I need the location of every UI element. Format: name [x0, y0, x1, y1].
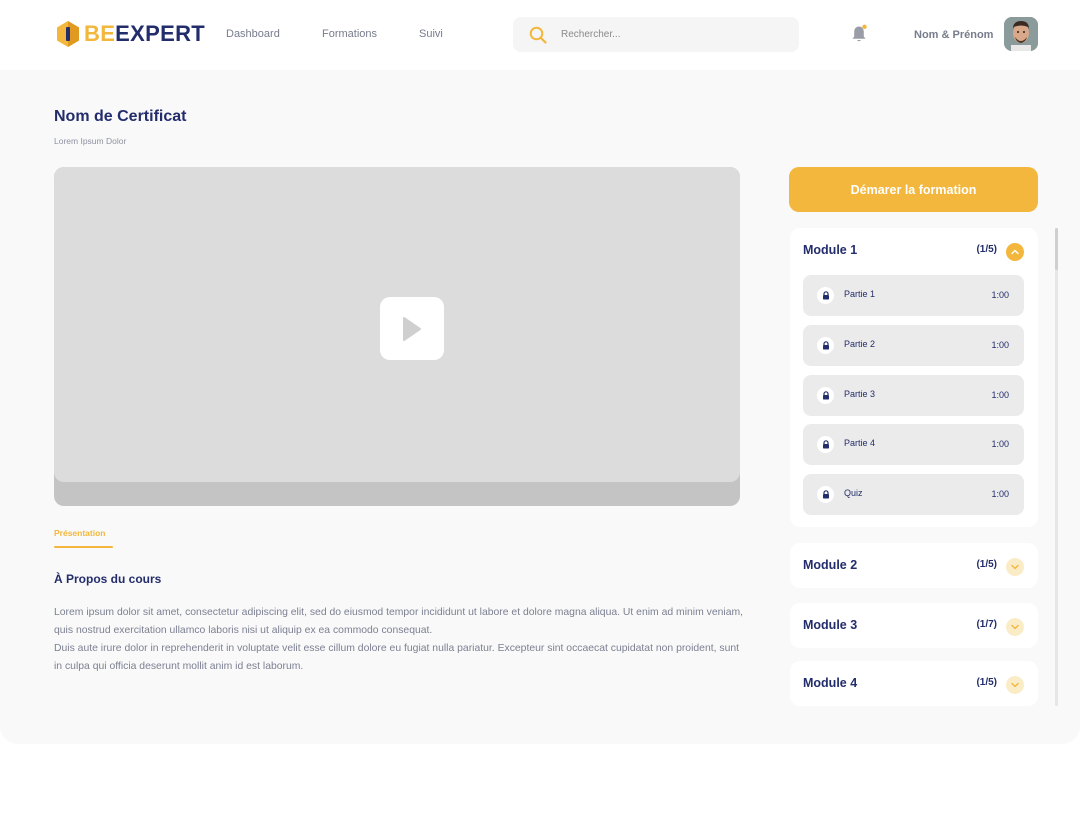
module-header[interactable]: Module 2 (1/5) [790, 543, 1038, 588]
nav-dashboard[interactable]: Dashboard [226, 28, 280, 40]
logo-hexagon-icon [57, 21, 79, 47]
chevron-up-icon [1011, 249, 1019, 255]
app-window: BEEXPERT Dashboard Formations Suivi Nom … [0, 0, 1080, 744]
expand-toggle[interactable] [1006, 676, 1024, 694]
module-progress-count: (1/5) [976, 559, 997, 570]
lesson-item[interactable]: Partie 1 1:00 [803, 275, 1024, 316]
start-training-button[interactable]: Démarer la formation [789, 167, 1038, 212]
logo-text: BEEXPERT [84, 19, 205, 49]
lesson-duration: 1:00 [991, 340, 1009, 350]
lesson-label: Partie 1 [844, 289, 876, 299]
about-paragraph-2: Duis aute irure dolor in reprehenderit i… [54, 643, 740, 672]
lesson-label: Partie 2 [844, 339, 876, 349]
nav-suivi[interactable]: Suivi [419, 28, 443, 40]
about-title: À Propos du cours [54, 572, 162, 586]
chevron-down-icon [1011, 682, 1019, 688]
modules-scrollbar[interactable] [1055, 228, 1058, 706]
lock-icon [817, 287, 834, 304]
module-card: Module 1 (1/5) Partie 1 1:00 Partie 2 1:… [790, 228, 1038, 527]
module-progress-count: (1/5) [976, 677, 997, 688]
lock-icon [817, 436, 834, 453]
lesson-duration: 1:00 [991, 290, 1009, 300]
module-title: Module 1 [803, 243, 858, 257]
notification-bell-icon[interactable] [850, 24, 868, 44]
tab-active-indicator [54, 546, 113, 548]
lesson-duration: 1:00 [991, 390, 1009, 400]
lock-icon [817, 387, 834, 404]
logo[interactable]: BEEXPERT [56, 19, 205, 49]
lock-icon [817, 337, 834, 354]
lesson-duration: 1:00 [991, 489, 1009, 499]
module-progress-count: (1/5) [976, 244, 997, 255]
user-name[interactable]: Nom & Prénom [914, 29, 993, 41]
module-card[interactable]: Module 4 (1/5) [790, 661, 1038, 706]
module-title: Module 3 [803, 618, 858, 632]
module-title: Module 4 [803, 676, 858, 690]
page-title: Nom de Certificat [54, 108, 187, 125]
logo-text-be: BE [84, 21, 116, 46]
module-header[interactable]: Module 3 (1/7) [790, 603, 1038, 648]
search-input[interactable] [561, 17, 781, 52]
lesson-item[interactable]: Quiz 1:00 [803, 474, 1024, 515]
collapse-toggle[interactable] [1006, 243, 1024, 261]
lesson-item[interactable]: Partie 3 1:00 [803, 375, 1024, 416]
chevron-down-icon [1011, 564, 1019, 570]
module-card[interactable]: Module 2 (1/5) [790, 543, 1038, 588]
lesson-label: Quiz [844, 488, 863, 498]
about-description: Lorem ipsum dolor sit amet, consectetur … [54, 604, 744, 676]
lesson-duration: 1:00 [991, 439, 1009, 449]
play-button[interactable] [380, 297, 444, 360]
video-player[interactable] [54, 167, 740, 506]
search-icon[interactable] [529, 26, 547, 44]
module-title: Module 2 [803, 558, 858, 572]
module-header[interactable]: Module 1 (1/5) [790, 228, 1038, 273]
lesson-item[interactable]: Partie 2 1:00 [803, 325, 1024, 366]
tab-presentation[interactable]: Présentation [54, 528, 106, 538]
about-paragraph-1: Lorem ipsum dolor sit amet, consectetur … [54, 607, 744, 636]
chevron-down-icon [1011, 624, 1019, 630]
nav-formations[interactable]: Formations [322, 28, 377, 40]
top-header: BEEXPERT Dashboard Formations Suivi Nom … [0, 0, 1080, 70]
expand-toggle[interactable] [1006, 558, 1024, 576]
lesson-label: Partie 4 [844, 438, 876, 448]
module-card[interactable]: Module 3 (1/7) [790, 603, 1038, 648]
search-bar [513, 17, 799, 52]
lesson-item[interactable]: Partie 4 1:00 [803, 424, 1024, 465]
logo-text-expert: EXPERT [115, 21, 205, 46]
lock-icon [817, 486, 834, 503]
module-header[interactable]: Module 4 (1/5) [790, 661, 1038, 706]
page-subtitle: Lorem Ipsum Dolor [54, 136, 127, 146]
play-icon [403, 316, 421, 341]
lesson-label: Partie 3 [844, 389, 876, 399]
expand-toggle[interactable] [1006, 618, 1024, 636]
module-progress-count: (1/7) [976, 619, 997, 630]
avatar[interactable] [1004, 17, 1038, 51]
scrollbar-thumb[interactable] [1055, 228, 1058, 270]
user-avatar-icon [1004, 17, 1038, 51]
